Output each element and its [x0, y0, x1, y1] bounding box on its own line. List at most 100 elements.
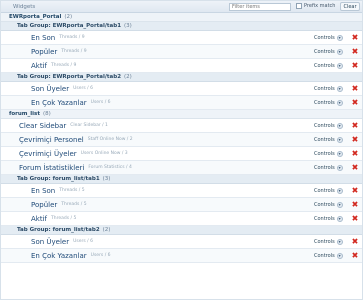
widget-row[interactable]: Son Üyeler Users / 6 Controls ▾ ✖ — [1, 82, 362, 96]
controls-menu[interactable]: Controls ▾ — [314, 164, 343, 171]
controls-label: Controls — [314, 85, 335, 92]
widget-meta: Users / 6 — [90, 253, 111, 258]
chevron-down-icon[interactable]: ▾ — [336, 48, 343, 55]
chevron-down-icon[interactable]: ▾ — [336, 150, 343, 157]
delete-x-icon[interactable]: ✖ — [351, 163, 359, 172]
widgets-toolbar: Widgets Prefix match Clear — [1, 1, 362, 13]
delete-x-icon[interactable]: ✖ — [351, 251, 359, 260]
item-count: (3) — [102, 176, 111, 182]
widget-title-link[interactable]: En Çok Yazanlar — [1, 252, 87, 260]
widget-meta: Threads / 9 — [61, 49, 87, 54]
widget-title-link[interactable]: En Son — [1, 34, 55, 42]
widget-meta: Users / 6 — [73, 86, 93, 91]
delete-x-icon[interactable]: ✖ — [351, 237, 359, 246]
controls-label: Controls — [314, 48, 335, 55]
item-count: (3) — [124, 23, 132, 29]
chevron-down-icon[interactable]: ▾ — [336, 238, 343, 245]
controls-menu[interactable]: Controls ▾ — [314, 238, 343, 245]
widget-meta: Staff Online Now / 2 — [87, 137, 133, 142]
chevron-down-icon[interactable]: ▾ — [336, 62, 343, 69]
controls-menu[interactable]: Controls ▾ — [314, 150, 343, 157]
controls-menu[interactable]: Controls ▾ — [314, 99, 343, 106]
widget-title-link[interactable]: Çevrimiçi Üyeler — [1, 150, 77, 158]
delete-x-icon[interactable]: ✖ — [351, 121, 359, 130]
controls-menu[interactable]: Controls ▾ — [314, 187, 343, 194]
controls-menu[interactable]: Controls ▾ — [314, 62, 343, 69]
controls-label: Controls — [314, 34, 335, 41]
prefix-match-checkbox[interactable] — [296, 3, 302, 9]
delete-x-icon[interactable]: ✖ — [351, 186, 359, 195]
tab-group-title: Tab Group: forum_list/tab2 — [17, 227, 100, 233]
item-count: (2) — [64, 14, 73, 20]
delete-x-icon[interactable]: ✖ — [351, 214, 359, 223]
widget-list: EWRporta_Portal (2) Tab Group: EWRporta_Po… — [1, 13, 362, 263]
chevron-down-icon[interactable]: ▾ — [336, 215, 343, 222]
chevron-down-icon[interactable]: ▾ — [336, 136, 343, 143]
widget-title-link[interactable]: Clear Sidebar — [1, 122, 66, 130]
widget-meta: Users / 6 — [73, 239, 93, 244]
chevron-down-icon[interactable]: ▾ — [336, 187, 343, 194]
chevron-down-icon[interactable]: ▾ — [336, 122, 343, 129]
controls-label: Controls — [314, 201, 335, 208]
widget-meta: Clear Sidebar / 1 — [70, 123, 108, 128]
prefix-match-toggle[interactable]: Prefix match — [296, 3, 335, 9]
widget-meta: Threads / 5 — [61, 202, 87, 207]
delete-x-icon[interactable]: ✖ — [351, 84, 359, 93]
widget-title-link[interactable]: En Son — [1, 187, 55, 195]
widget-title-link[interactable]: Aktif — [1, 215, 47, 223]
delete-x-icon[interactable]: ✖ — [351, 200, 359, 209]
delete-x-icon[interactable]: ✖ — [351, 61, 359, 70]
chevron-down-icon[interactable]: ▾ — [336, 164, 343, 171]
widget-title-link[interactable]: Aktif — [1, 62, 47, 70]
controls-label: Controls — [314, 62, 335, 69]
chevron-down-icon[interactable]: ▾ — [336, 252, 343, 259]
chevron-down-icon[interactable]: ▾ — [336, 201, 343, 208]
widget-row[interactable]: Son Üyeler Users / 6 Controls ▾ ✖ — [1, 235, 362, 249]
widget-meta: Users Online Now / 3 — [80, 151, 128, 156]
widget-row[interactable]: Çevrimiçi Personel Staff Online Now / 2 Co… — [1, 133, 362, 147]
widget-meta: Threads / 5 — [51, 216, 77, 221]
controls-label: Controls — [314, 252, 335, 259]
widget-title-link[interactable]: Son Üyeler — [1, 85, 69, 93]
widget-row[interactable]: En Son Threads / 9 Controls ▾ ✖ — [1, 31, 362, 45]
widget-meta: Threads / 9 — [51, 63, 77, 68]
widget-row[interactable]: Forum İstatistikleri Forum Statistics / 4… — [1, 161, 362, 175]
widget-row[interactable]: En Çok Yazanlar Users / 6 Controls ▾ ✖ — [1, 96, 362, 110]
widget-row[interactable]: Popüler Threads / 5 Controls ▾ ✖ — [1, 198, 362, 212]
controls-menu[interactable]: Controls ▾ — [314, 201, 343, 208]
controls-menu[interactable]: Controls ▾ — [314, 48, 343, 55]
delete-x-icon[interactable]: ✖ — [351, 98, 359, 107]
widget-row[interactable]: En Son Threads / 5 Controls ▾ ✖ — [1, 184, 362, 198]
chevron-down-icon[interactable]: ▾ — [336, 85, 343, 92]
widget-row[interactable]: En Çok Yazanlar Users / 6 Controls ▾ ✖ — [1, 249, 362, 263]
controls-menu[interactable]: Controls ▾ — [314, 252, 343, 259]
delete-x-icon[interactable]: ✖ — [351, 47, 359, 56]
clear-button[interactable]: Clear — [340, 2, 360, 11]
controls-menu[interactable]: Controls ▾ — [314, 136, 343, 143]
controls-menu[interactable]: Controls ▾ — [314, 34, 343, 41]
controls-label: Controls — [314, 99, 335, 106]
chevron-down-icon[interactable]: ▾ — [336, 34, 343, 41]
widget-title-link[interactable]: Popüler — [1, 48, 57, 56]
controls-menu[interactable]: Controls ▾ — [314, 215, 343, 222]
controls-label: Controls — [314, 215, 335, 222]
category-header: EWRporta_Portal (2) — [1, 13, 362, 22]
delete-x-icon[interactable]: ✖ — [351, 33, 359, 42]
widget-row[interactable]: Aktif Threads / 5 Controls ▾ ✖ — [1, 212, 362, 226]
widget-title-link[interactable]: Popüler — [1, 201, 57, 209]
widget-row[interactable]: Popüler Threads / 9 Controls ▾ ✖ — [1, 45, 362, 59]
controls-menu[interactable]: Controls ▾ — [314, 122, 343, 129]
controls-menu[interactable]: Controls ▾ — [314, 85, 343, 92]
widget-title-link[interactable]: Çevrimiçi Personel — [1, 136, 84, 144]
widget-title-link[interactable]: Forum İstatistikleri — [1, 164, 84, 172]
delete-x-icon[interactable]: ✖ — [351, 149, 359, 158]
widget-meta: Threads / 5 — [59, 188, 85, 193]
delete-x-icon[interactable]: ✖ — [351, 135, 359, 144]
filter-input[interactable] — [229, 3, 291, 11]
widget-row[interactable]: Aktif Threads / 9 Controls ▾ ✖ — [1, 59, 362, 73]
chevron-down-icon[interactable]: ▾ — [336, 99, 343, 106]
widget-row[interactable]: Çevrimiçi Üyeler Users Online Now / 3 Cont… — [1, 147, 362, 161]
widget-row[interactable]: Clear Sidebar Clear Sidebar / 1 Controls ▾ ✖ — [1, 119, 362, 133]
widget-title-link[interactable]: Son Üyeler — [1, 238, 69, 246]
widget-title-link[interactable]: En Çok Yazanlar — [1, 99, 87, 107]
